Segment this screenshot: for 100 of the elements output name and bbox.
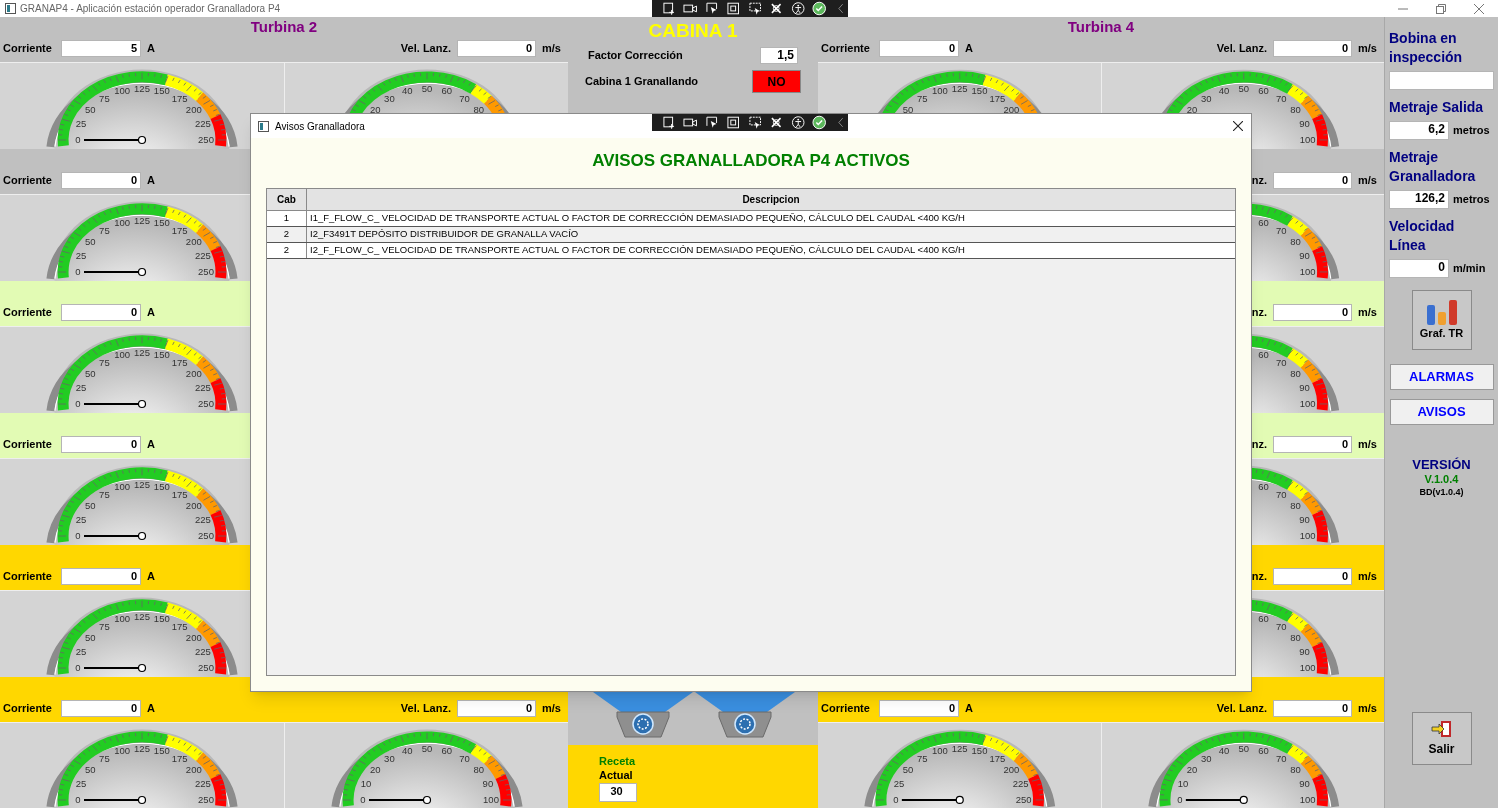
scale-label: 175 [171, 92, 188, 104]
scale-label: 0 [75, 134, 81, 145]
column-header: Descripcion [741, 192, 801, 207]
unit-label: A [147, 568, 155, 584]
selection-icon[interactable] [747, 115, 763, 130]
scale-label: 80 [473, 103, 484, 115]
scale-label: 75 [916, 752, 928, 764]
panel-button[interactable]: AVISOS [1389, 399, 1494, 425]
scale-label: 225 [195, 646, 212, 658]
scale-label: 80 [1289, 499, 1301, 511]
scale-label: 40 [1218, 745, 1229, 757]
scale-label: 25 [76, 646, 87, 658]
value-field: 30 [599, 783, 637, 802]
value-field: 5 [61, 39, 141, 57]
scale-label: 90 [1298, 646, 1310, 658]
scale-label: 90 [1298, 250, 1310, 262]
scale-label: 100 [932, 85, 948, 97]
field-label: nz. [1251, 436, 1267, 452]
scale-label: 250 [198, 266, 215, 277]
scale-label: 50 [902, 763, 914, 775]
scale-label: 100 [114, 745, 131, 757]
check-icon[interactable] [812, 115, 827, 130]
cursor-icon[interactable] [704, 115, 720, 130]
field-label: Corriente [821, 700, 871, 716]
scale-label: 40 [401, 85, 413, 97]
turbine-title: Turbina 4 [1067, 17, 1135, 38]
video-camera-icon[interactable] [683, 115, 698, 130]
value-field: 0 [457, 699, 536, 717]
scale-label: 0 [1176, 793, 1182, 805]
scale-label: 100 [114, 613, 131, 625]
exit-door-icon [1430, 719, 1453, 738]
selection-icon[interactable] [747, 1, 763, 16]
square-icon[interactable] [726, 115, 741, 130]
accessibility-icon[interactable] [790, 115, 806, 130]
recipe-label: Receta [599, 754, 636, 768]
field-label: Vel. Lanz. [400, 40, 451, 56]
capture-icon[interactable] [662, 115, 677, 130]
scale-label: 25 [76, 250, 87, 262]
scale-label: 0 [893, 793, 899, 805]
scale-label: 100 [114, 217, 131, 229]
field-label: Corriente [3, 700, 53, 716]
field-label: nz. [1251, 172, 1267, 188]
chart-button[interactable]: Graf. TR [1411, 290, 1472, 350]
window-title: GRANAP4 - Aplicación estación operador Granalladora P4 [20, 2, 281, 16]
scale-label: 60 [1257, 613, 1269, 625]
scale-label: 75 [916, 92, 928, 104]
accessibility-icon[interactable] [790, 1, 806, 16]
capture-icon[interactable] [662, 1, 677, 16]
field-label: Corriente [821, 40, 871, 56]
field-label: Corriente [3, 304, 53, 320]
field-label: Cabina 1 Granallando [585, 74, 699, 90]
scale-label: 0 [75, 266, 81, 277]
scale-label: 250 [198, 530, 215, 541]
version-title: VERSIÓN [1411, 457, 1472, 472]
scale-label: 250 [198, 398, 215, 409]
scale-label: 225 [1012, 778, 1029, 790]
scale-label: 25 [76, 382, 87, 394]
scale-label: 25 [76, 118, 87, 130]
scale-label: 40 [1218, 85, 1229, 97]
scale-label: 200 [186, 499, 202, 511]
scale-label: 60 [1257, 481, 1269, 493]
unit-label: m/s [1358, 40, 1378, 56]
scale-label: 25 [893, 778, 905, 790]
unit-label: metros [1453, 123, 1490, 139]
value-field: 0 [1273, 39, 1352, 57]
unit-label: A [965, 700, 973, 716]
scale-label: 175 [171, 620, 188, 632]
column-header: Cab [267, 188, 307, 210]
scale-label: 200 [186, 763, 202, 775]
scale-label: 100 [932, 745, 948, 757]
scale-label: 200 [186, 103, 202, 115]
scale-label: 75 [99, 92, 110, 104]
exit-button[interactable]: Salir [1411, 712, 1472, 765]
scale-label: 75 [99, 620, 110, 632]
panel-button[interactable]: ALARMAS [1389, 364, 1494, 390]
scale-label: 20 [1186, 103, 1197, 115]
scale-label: 30 [1200, 752, 1211, 764]
scale-label: 200 [1003, 103, 1020, 115]
close-icon[interactable] [1233, 121, 1243, 131]
check-icon[interactable] [812, 1, 827, 16]
square-icon[interactable] [726, 1, 741, 16]
scale-label: 80 [1289, 103, 1301, 115]
scale-label: 50 [85, 631, 96, 643]
scale-label: 100 [114, 349, 131, 361]
field-label: Corriente [3, 40, 53, 56]
scale-label: 70 [1275, 356, 1287, 368]
video-camera-icon[interactable] [683, 1, 698, 16]
restore-icon[interactable] [1436, 3, 1446, 14]
turbine-title: Turbina 2 [250, 17, 318, 38]
unit-label: m/s [1358, 700, 1378, 716]
value-field: 0 [457, 39, 536, 57]
scale-label: 60 [1257, 85, 1269, 97]
scale-label: 125 [134, 346, 151, 358]
unit-label: A [147, 172, 155, 188]
scale-label: 225 [195, 778, 212, 790]
value-field: 0 [1273, 699, 1352, 717]
unit-label: m/min [1453, 261, 1486, 277]
database-version: BD(v1.0.4) [1418, 486, 1465, 499]
cursor-icon[interactable] [704, 1, 720, 16]
scale-label: 0 [75, 662, 81, 673]
